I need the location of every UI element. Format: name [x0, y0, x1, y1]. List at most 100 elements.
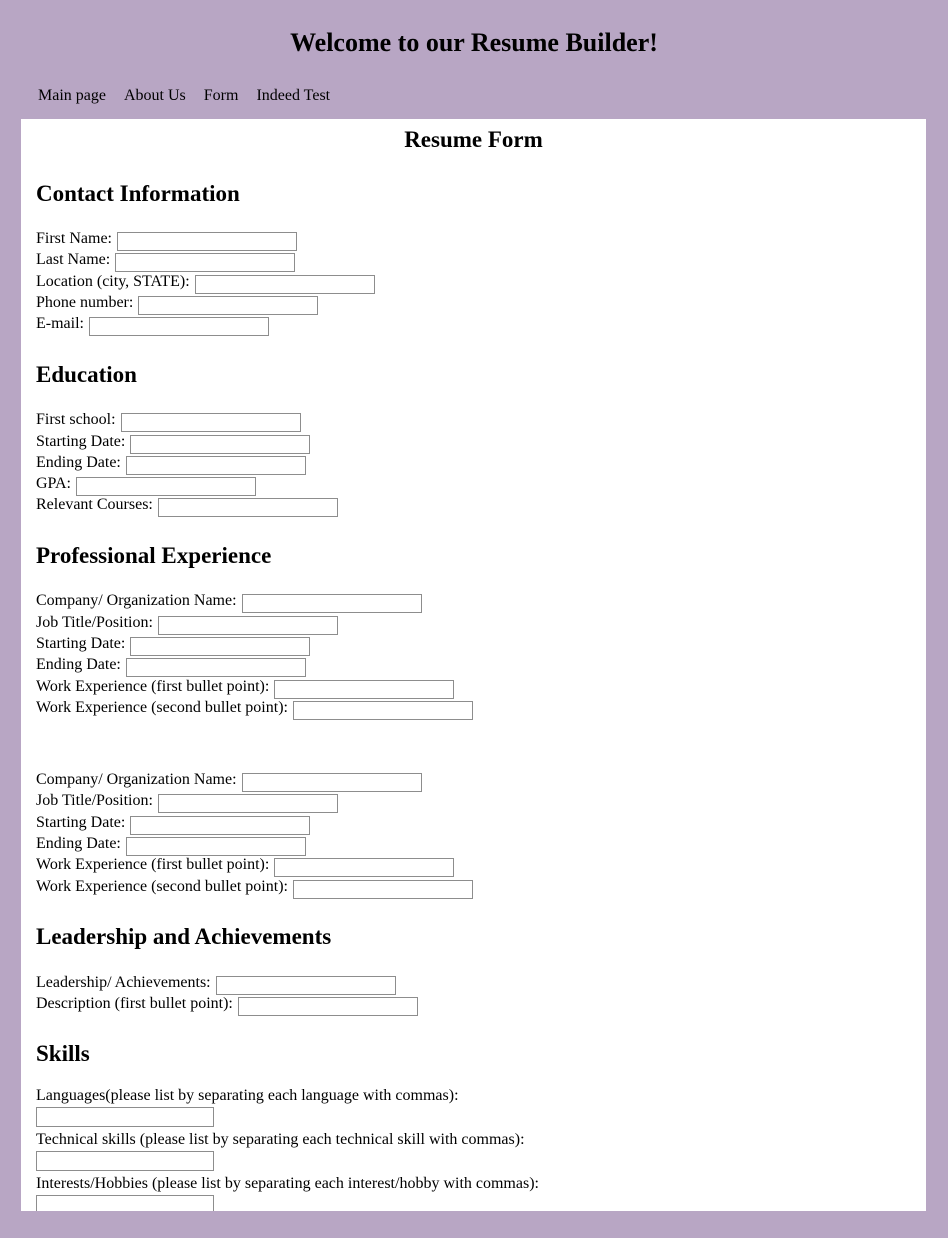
label-gpa: GPA:: [36, 475, 71, 493]
label-work-experience-bullet-2-1: Work Experience (second bullet point):: [36, 698, 288, 716]
field-row-technical-skills: Technical skills (please list by separat…: [36, 1130, 926, 1171]
field-row-experience-starting-date-1: Starting Date:: [36, 633, 926, 656]
input-education-starting-date[interactable]: [130, 434, 311, 454]
field-row-interests-hobbies: Interests/Hobbies (please list by separa…: [36, 1174, 926, 1211]
field-row-first-name: First Name:: [36, 228, 926, 252]
input-work-experience-bullet-1-1[interactable]: [274, 679, 455, 699]
nav-link-about-us[interactable]: About Us: [124, 87, 186, 104]
resume-form-container: Resume Form Contact Information First Na…: [21, 119, 926, 1211]
field-row-last-name: Last Name:: [36, 249, 926, 273]
label-first-name: First Name:: [36, 230, 112, 248]
nav-link-form[interactable]: Form: [204, 87, 239, 104]
input-first-school[interactable]: [120, 413, 301, 433]
label-email: E-mail:: [36, 315, 84, 333]
input-work-experience-bullet-2-1[interactable]: [292, 700, 473, 720]
input-interests-hobbies[interactable]: [36, 1194, 214, 1211]
field-row-relevant-courses: Relevant Courses:: [36, 494, 926, 518]
section-heading-professional-experience: Professional Experience: [36, 542, 272, 568]
input-company-name-2[interactable]: [241, 773, 422, 793]
input-technical-skills[interactable]: [36, 1150, 214, 1171]
label-company-name-2: Company/ Organization Name:: [36, 771, 237, 789]
label-technical-skills: Technical skills (please list by separat…: [36, 1130, 525, 1148]
label-phone-number: Phone number:: [36, 294, 134, 312]
section-education: Education First school: Starting Date: E…: [21, 361, 926, 518]
field-row-work-experience-bullet-1-2: Work Experience (first bullet point):: [36, 854, 926, 878]
field-row-leadership-description: Description (first bullet point):: [36, 993, 926, 1016]
field-row-company-name-2: Company/ Organization Name:: [36, 769, 926, 793]
input-job-title-2[interactable]: [157, 794, 338, 814]
label-job-title-2: Job Title/Position:: [36, 792, 153, 810]
section-leadership-achievements: Leadership and Achievements Leadership/ …: [21, 923, 926, 1016]
field-group-experience-2: Company/ Organization Name: Job Title/Po…: [36, 769, 926, 899]
field-row-work-experience-bullet-2-2: Work Experience (second bullet point):: [36, 876, 926, 899]
input-languages[interactable]: [36, 1106, 214, 1127]
input-phone-number[interactable]: [138, 296, 319, 316]
form-title: Resume Form: [404, 127, 543, 152]
input-experience-starting-date-2[interactable]: [130, 815, 311, 835]
field-row-first-school: First school:: [36, 409, 926, 433]
input-experience-ending-date-2[interactable]: [125, 837, 306, 857]
input-gpa[interactable]: [75, 477, 256, 497]
field-row-education-ending-date: Ending Date:: [36, 452, 926, 475]
field-group-experience-1: Company/ Organization Name: Job Title/Po…: [36, 590, 926, 720]
label-experience-starting-date-1: Starting Date:: [36, 634, 126, 652]
field-row-experience-ending-date-1: Ending Date:: [36, 654, 926, 678]
field-row-work-experience-bullet-2-1: Work Experience (second bullet point):: [36, 697, 926, 720]
input-job-title-1[interactable]: [157, 615, 338, 635]
field-group-education: First school: Starting Date: Ending Date…: [36, 409, 926, 518]
section-heading-education: Education: [36, 361, 137, 387]
input-company-name-1[interactable]: [241, 594, 422, 614]
field-group-contact-information: First Name: Last Name: Location (city, S…: [36, 228, 926, 337]
label-job-title-1: Job Title/Position:: [36, 613, 153, 631]
input-email[interactable]: [88, 317, 269, 337]
field-row-gpa: GPA:: [36, 473, 926, 497]
label-last-name: Last Name:: [36, 251, 111, 269]
field-group-leadership: Leadership/ Achievements: Description (f…: [36, 972, 926, 1016]
field-row-job-title-1: Job Title/Position:: [36, 612, 926, 635]
field-row-experience-starting-date-2: Starting Date:: [36, 812, 926, 835]
field-row-experience-ending-date-2: Ending Date:: [36, 833, 926, 857]
field-row-location: Location (city, STATE):: [36, 271, 926, 294]
label-leadership-achievements: Leadership/ Achievements:: [36, 973, 211, 991]
label-relevant-courses: Relevant Courses:: [36, 496, 153, 514]
section-heading-contact-information: Contact Information: [36, 180, 240, 206]
label-company-name-1: Company/ Organization Name:: [36, 592, 237, 610]
field-row-work-experience-bullet-1-1: Work Experience (first bullet point):: [36, 676, 926, 699]
nav-link-indeed-test[interactable]: Indeed Test: [256, 87, 330, 104]
section-contact-information: Contact Information First Name: Last Nam…: [21, 180, 926, 337]
nav-link-main-page[interactable]: Main page: [38, 87, 106, 104]
section-professional-experience: Professional Experience Company/ Organiz…: [21, 542, 926, 899]
page-header: Welcome to our Resume Builder! Main page…: [0, 0, 948, 104]
input-work-experience-bullet-2-2[interactable]: [292, 879, 473, 899]
label-leadership-description: Description (first bullet point):: [36, 994, 233, 1012]
field-row-email: E-mail:: [36, 313, 926, 337]
input-experience-starting-date-1[interactable]: [130, 636, 311, 656]
input-leadership-achievements[interactable]: [215, 975, 396, 995]
input-education-ending-date[interactable]: [125, 455, 306, 475]
input-first-name[interactable]: [117, 232, 297, 252]
label-languages: Languages(please list by separating each…: [36, 1086, 459, 1104]
section-heading-skills: Skills: [36, 1041, 90, 1067]
input-experience-ending-date-1[interactable]: [125, 658, 306, 678]
experience-block-spacer: [36, 718, 926, 769]
input-work-experience-bullet-1-2[interactable]: [274, 858, 455, 878]
label-education-ending-date: Ending Date:: [36, 453, 121, 471]
input-leadership-description[interactable]: [237, 996, 418, 1016]
field-group-skills: Languages(please list by separating each…: [36, 1086, 926, 1211]
input-last-name[interactable]: [115, 253, 296, 273]
label-work-experience-bullet-2-2: Work Experience (second bullet point):: [36, 877, 288, 895]
label-experience-ending-date-2: Ending Date:: [36, 835, 121, 853]
field-row-company-name-1: Company/ Organization Name:: [36, 590, 926, 614]
main-navigation: Main page About Us Form Indeed Test: [0, 87, 948, 104]
page-title: Welcome to our Resume Builder!: [290, 28, 658, 57]
field-row-languages: Languages(please list by separating each…: [36, 1086, 926, 1127]
section-skills: Skills Languages(please list by separati…: [21, 1040, 926, 1211]
input-location[interactable]: [194, 274, 375, 294]
field-row-job-title-2: Job Title/Position:: [36, 790, 926, 814]
field-row-phone-number: Phone number:: [36, 292, 926, 316]
label-education-starting-date: Starting Date:: [36, 432, 126, 450]
input-relevant-courses[interactable]: [157, 498, 338, 518]
label-work-experience-bullet-1-2: Work Experience (first bullet point):: [36, 856, 270, 874]
label-experience-ending-date-1: Ending Date:: [36, 656, 121, 674]
field-row-education-starting-date: Starting Date:: [36, 431, 926, 454]
